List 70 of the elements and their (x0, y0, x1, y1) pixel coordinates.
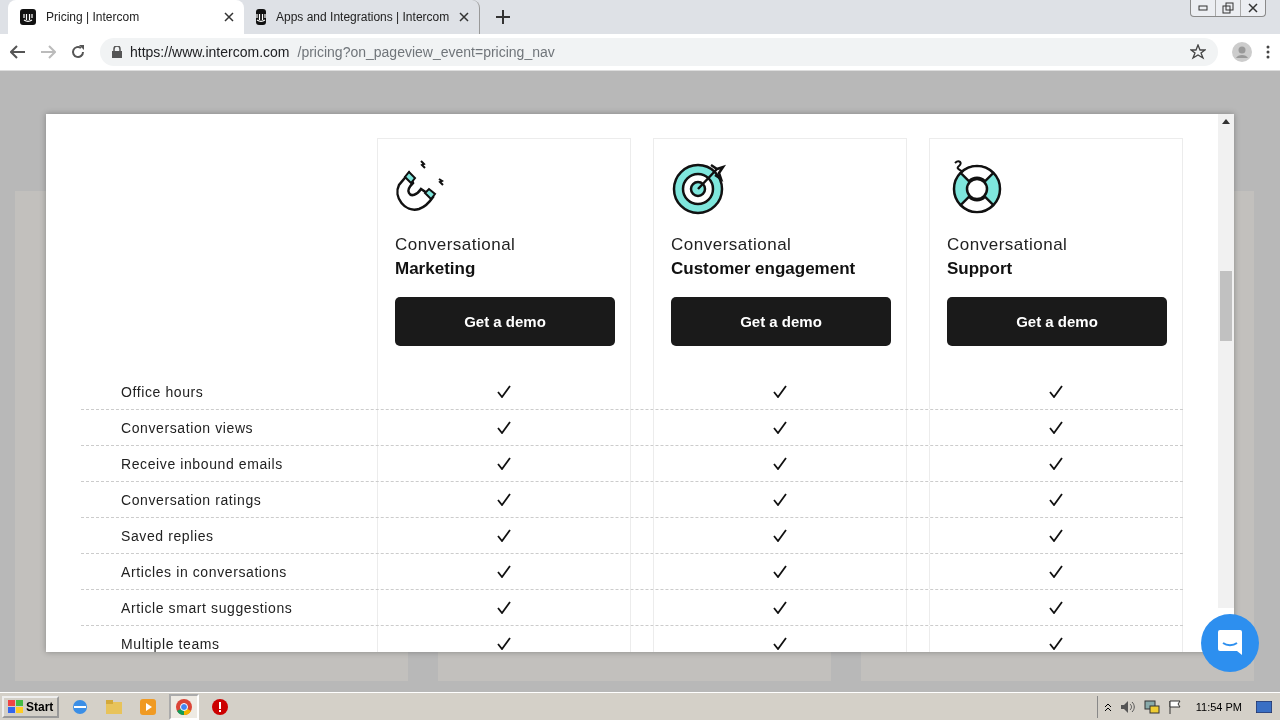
plan-subtitle: Conversational (395, 235, 517, 255)
tab-title: Apps and Integrations | Intercom (276, 10, 450, 24)
check-icon (773, 385, 787, 398)
intercom-logo-icon (20, 9, 36, 25)
check-icon (497, 529, 511, 542)
flag-icon[interactable] (1167, 699, 1182, 714)
browser-tab[interactable]: Pricing | Intercom (8, 0, 244, 34)
check-icon (773, 421, 787, 434)
url-host: https://www.intercom.com (130, 44, 290, 60)
check-icon (497, 601, 511, 614)
check-icon (1049, 529, 1063, 542)
check-icon (1049, 601, 1063, 614)
reload-icon[interactable] (70, 44, 86, 60)
feature-label: Multiple teams (120, 635, 221, 652)
scrollbar[interactable] (1218, 114, 1234, 608)
star-icon[interactable] (1190, 44, 1206, 60)
close-icon[interactable] (224, 12, 234, 22)
check-icon (773, 529, 787, 542)
chrome-icon[interactable] (169, 693, 200, 720)
plan-title: Marketing (395, 259, 477, 279)
plan-subtitle: Conversational (671, 235, 793, 255)
check-icon (1049, 493, 1063, 506)
get-demo-button[interactable]: Get a demo (671, 297, 891, 346)
check-icon (497, 385, 511, 398)
start-button[interactable]: Start (2, 695, 60, 718)
check-icon (497, 421, 511, 434)
plan-title: Customer engagement (671, 259, 857, 279)
plan-title: Support (947, 259, 1014, 279)
clock: 11:54 PM (1195, 700, 1242, 713)
network-icon[interactable] (1143, 699, 1160, 714)
feature-label: Receive inbound emails (120, 455, 284, 472)
chat-icon (1217, 629, 1243, 657)
feature-label: Saved replies (120, 527, 215, 544)
check-icon (1049, 637, 1063, 650)
chevron-up-icon[interactable] (1103, 701, 1112, 712)
plan-subtitle: Conversational (947, 235, 1069, 255)
intercom-logo-icon (256, 9, 266, 25)
check-icon (1049, 457, 1063, 470)
close-icon[interactable] (459, 12, 470, 22)
feature-label: Conversation ratings (120, 491, 263, 508)
scrollbar-thumb[interactable] (1220, 271, 1232, 341)
check-icon (773, 601, 787, 614)
get-demo-button[interactable]: Get a demo (947, 297, 1167, 346)
check-icon (497, 637, 511, 650)
check-icon (1049, 385, 1063, 398)
lock-icon (112, 46, 122, 58)
check-icon (773, 637, 787, 650)
tab-title: Pricing | Intercom (46, 10, 141, 24)
windows-logo-icon (8, 699, 24, 714)
check-icon (1049, 565, 1063, 578)
url-path: /pricing?on_pageview_event=pricing_nav (297, 44, 556, 60)
feature-label: Article smart suggestions (120, 599, 294, 616)
check-icon (497, 565, 511, 578)
feature-label: Office hours (120, 383, 205, 400)
check-icon (497, 457, 511, 470)
menu-icon[interactable] (1266, 45, 1270, 59)
address-bar[interactable]: https://www.intercom.com /pricing?on_pageview_event=pricing_nav (100, 38, 1218, 66)
check-icon (773, 493, 787, 506)
speaker-icon[interactable] (1119, 699, 1136, 714)
feature-label: Articles in conversations (120, 563, 288, 580)
profile-avatar-icon[interactable] (1232, 42, 1252, 62)
check-icon (497, 493, 511, 506)
back-icon[interactable] (10, 45, 26, 59)
scroll-up-icon[interactable] (1222, 119, 1230, 124)
show-desktop-icon[interactable] (1256, 700, 1272, 713)
feature-label: Conversation views (120, 419, 255, 436)
check-icon (773, 457, 787, 470)
check-icon (773, 565, 787, 578)
get-demo-button[interactable]: Get a demo (395, 297, 615, 346)
check-icon (1049, 421, 1063, 434)
